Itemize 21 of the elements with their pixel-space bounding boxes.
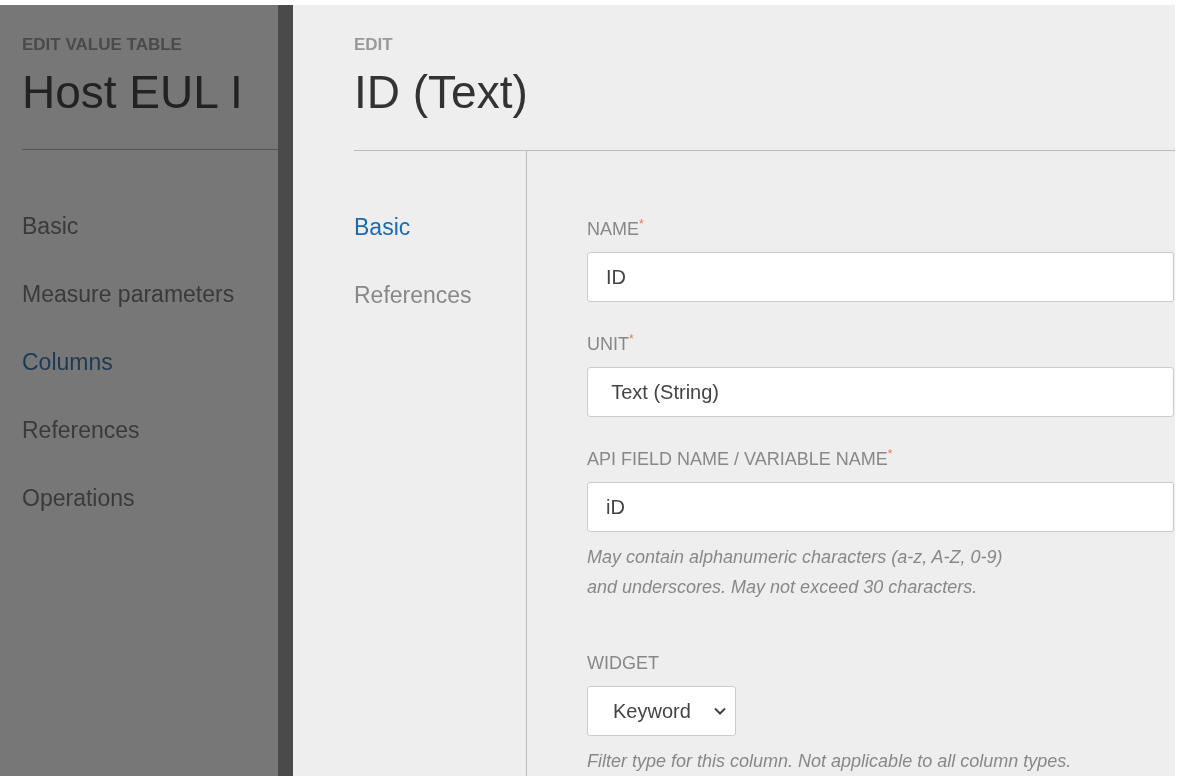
field-label: WIDGET — [587, 652, 659, 674]
nav-item[interactable]: Columns — [22, 348, 278, 376]
nav-item[interactable]: References — [354, 281, 472, 309]
nav-item[interactable]: Basic — [22, 212, 278, 240]
panel-title: Host EUL I — [22, 65, 244, 119]
field-label: NAME$^{*}$ — [587, 216, 644, 240]
help-text: May contain alphanumeric characters (a-z, A-Z, 0-9) and underscores. May not exceed 30 characters. — [587, 546, 1003, 599]
help-text: Filter type for this column. Not applicable to all column types. — [587, 750, 1072, 773]
nav-item[interactable]: Operations — [22, 484, 278, 512]
panel-title: ID (Text) — [354, 65, 1175, 151]
nav-item[interactable]: Basic — [354, 213, 411, 241]
input-field[interactable]: iD — [587, 482, 1174, 532]
dropdown[interactable]: Keyword — [587, 686, 736, 736]
nav-item[interactable]: References — [22, 416, 278, 444]
field-label: API FIELD NAME / VARIABLE NAME$^{*}$ — [587, 446, 893, 470]
nav-item[interactable]: Measure parameters — [22, 280, 278, 308]
panel-eyebrow: EDIT — [354, 35, 394, 55]
field-label: UNIT$^{*}$ — [587, 331, 634, 355]
chevron-down-icon — [714, 707, 726, 715]
input-field[interactable]: ID — [587, 252, 1174, 302]
input-field[interactable]: Text (String) — [587, 367, 1174, 417]
